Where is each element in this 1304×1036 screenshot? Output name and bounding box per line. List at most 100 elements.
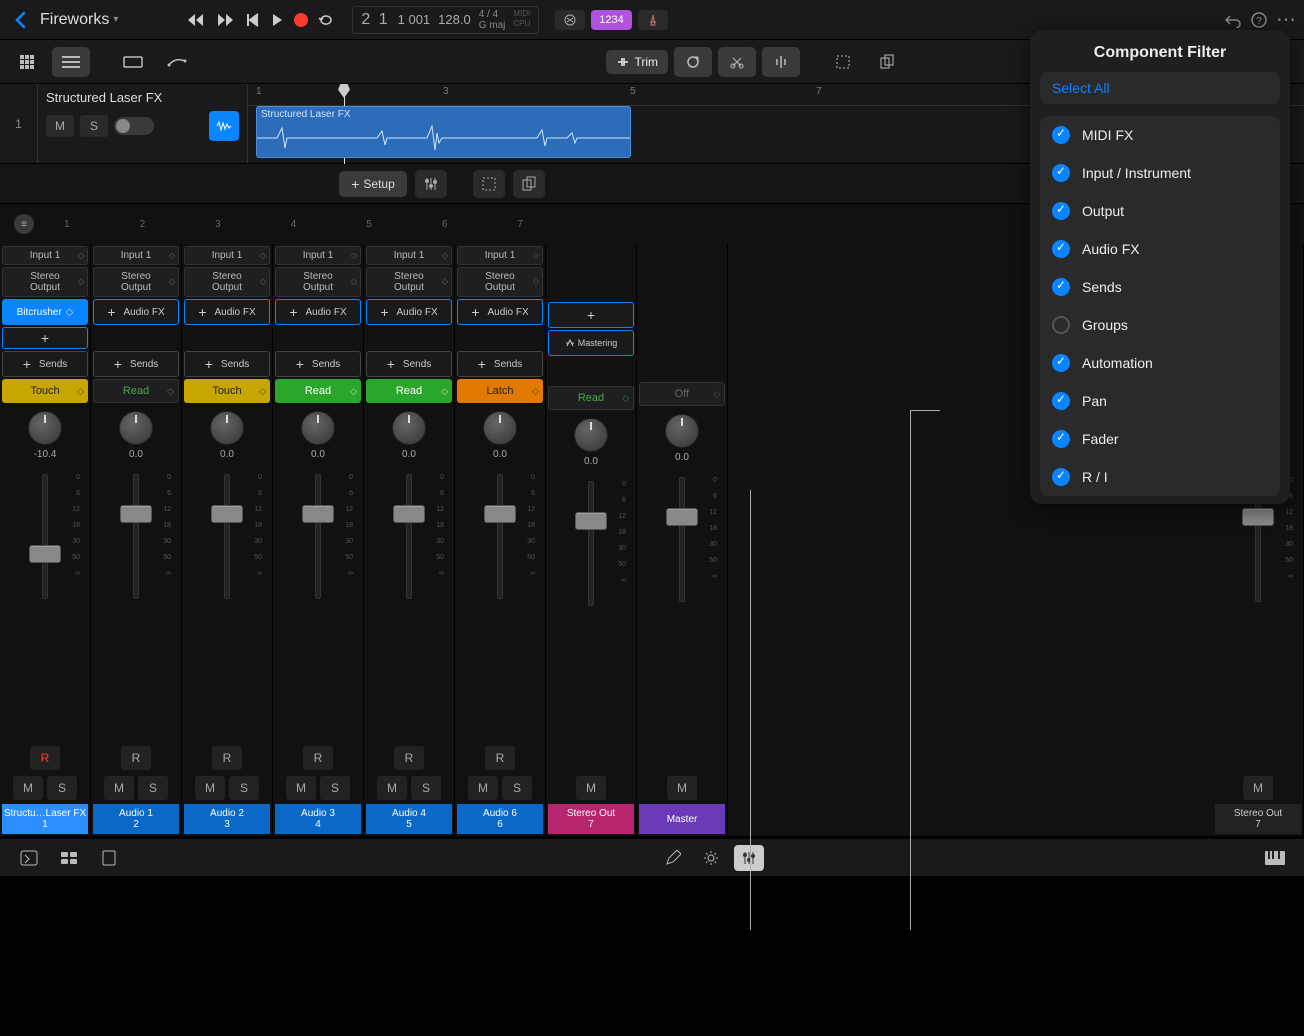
grid-view-button[interactable] <box>8 47 46 77</box>
mute-button[interactable]: M <box>286 776 316 800</box>
strip-label[interactable]: Audio 34 <box>275 804 361 834</box>
strip-label[interactable]: Stereo Out7 <box>1215 804 1301 834</box>
keyboard-button[interactable] <box>1260 845 1290 871</box>
automation-curve-button[interactable] <box>158 47 196 77</box>
fader-cap[interactable] <box>484 505 516 523</box>
output-slot[interactable]: StereoOutput◇ <box>366 267 452 297</box>
mute-button[interactable]: M <box>1243 776 1273 800</box>
filter-item[interactable]: Audio FX <box>1040 230 1280 268</box>
audiofx-add-slot[interactable]: + <box>2 327 88 349</box>
project-name[interactable]: Fireworks ▾ <box>36 11 122 29</box>
fader-cap[interactable] <box>666 508 698 526</box>
sends-slot[interactable]: +Sends <box>2 351 88 377</box>
filter-item[interactable]: Groups <box>1040 306 1280 344</box>
pan-knob[interactable] <box>392 411 426 445</box>
strip-label[interactable]: Audio 23 <box>184 804 270 834</box>
copy-tool-button[interactable] <box>868 47 906 77</box>
filter-item[interactable]: Output <box>1040 192 1280 230</box>
solo-button[interactable]: S <box>47 776 77 800</box>
track-header[interactable]: Structured Laser FX M S <box>38 84 248 163</box>
sends-slot[interactable]: +Sends <box>275 351 361 377</box>
lcd-display[interactable]: 2 1 1 001 128.0 4 / 4 G maj MIDI CPU <box>352 6 539 34</box>
solo-button[interactable]: S <box>229 776 259 800</box>
fader-cap[interactable] <box>211 505 243 523</box>
settings-gear-button[interactable] <box>696 845 726 871</box>
filter-icon[interactable]: ≡ <box>14 214 34 234</box>
sends-slot[interactable]: +Sends <box>457 351 543 377</box>
rewind-button[interactable] <box>186 13 206 27</box>
undo-icon[interactable] <box>1224 12 1242 28</box>
trim-tool-button[interactable]: Trim <box>606 50 668 74</box>
track-solo-button[interactable]: S <box>80 115 108 137</box>
mixer-sliders-button[interactable] <box>415 170 447 198</box>
sends-slot[interactable]: +Sends <box>366 351 452 377</box>
select-all-button[interactable]: Select All <box>1040 72 1280 104</box>
record-button[interactable] <box>294 13 308 27</box>
mixer-copy-button[interactable] <box>513 170 545 198</box>
input-slot[interactable]: Input 1◇ <box>366 246 452 265</box>
go-to-start-button[interactable] <box>246 13 260 27</box>
record-enable-button[interactable]: R <box>121 746 151 770</box>
strip-label[interactable]: Audio 66 <box>457 804 543 834</box>
audiofx-slot[interactable]: +Audio FX <box>93 299 179 325</box>
audiofx-slot[interactable]: +Audio FX <box>366 299 452 325</box>
audio-region[interactable]: Structured Laser FX <box>256 106 631 158</box>
record-enable-button[interactable]: R <box>303 746 333 770</box>
strip-label[interactable]: Audio 12 <box>93 804 179 834</box>
filter-item[interactable]: Fader <box>1040 420 1280 458</box>
list-view-button[interactable] <box>52 47 90 77</box>
output-slot[interactable]: StereoOutput◇ <box>2 267 88 297</box>
solo-button[interactable]: S <box>138 776 168 800</box>
input-slot[interactable]: Input 1◇ <box>2 246 88 265</box>
fader-cap[interactable] <box>393 505 425 523</box>
mute-button[interactable]: M <box>104 776 134 800</box>
fader-cap[interactable] <box>575 512 607 530</box>
notepad-button[interactable] <box>94 845 124 871</box>
mute-button[interactable]: M <box>667 776 697 800</box>
fader-track[interactable] <box>315 474 321 599</box>
fader-track[interactable] <box>679 477 685 602</box>
pan-knob[interactable] <box>28 411 62 445</box>
filter-item[interactable]: MIDI FX <box>1040 116 1280 154</box>
count-in-button[interactable]: 1234 <box>591 10 631 30</box>
input-slot[interactable]: Input 1◇ <box>275 246 361 265</box>
filter-item[interactable]: Automation <box>1040 344 1280 382</box>
output-slot[interactable]: StereoOutput◇ <box>457 267 543 297</box>
output-slot[interactable]: StereoOutput◇ <box>275 267 361 297</box>
library-button[interactable] <box>14 845 44 871</box>
loop-tool-button[interactable] <box>674 47 712 77</box>
help-icon[interactable]: ? <box>1250 11 1268 29</box>
fader-track[interactable] <box>406 474 412 599</box>
track-type-icon[interactable] <box>209 111 239 141</box>
metronome-button[interactable] <box>638 10 668 30</box>
filter-item[interactable]: R / I <box>1040 458 1280 496</box>
automation-mode-button[interactable]: Off◇ <box>639 382 725 406</box>
setup-button[interactable]: + Setup <box>339 171 407 197</box>
output-slot[interactable]: StereoOutput◇ <box>184 267 270 297</box>
pan-knob[interactable] <box>665 414 699 448</box>
record-enable-button[interactable]: R <box>394 746 424 770</box>
strip-label[interactable]: Audio 45 <box>366 804 452 834</box>
mute-button[interactable]: M <box>13 776 43 800</box>
fader-cap[interactable] <box>120 505 152 523</box>
input-slot[interactable]: Input 1◇ <box>93 246 179 265</box>
marquee-tool-button[interactable] <box>824 47 862 77</box>
mute-button[interactable]: M <box>468 776 498 800</box>
solo-button[interactable]: S <box>411 776 441 800</box>
automation-mode-button[interactable]: Read◇ <box>366 379 452 403</box>
pan-knob[interactable] <box>119 411 153 445</box>
fader-cap[interactable] <box>29 545 61 563</box>
browser-button[interactable] <box>54 845 84 871</box>
audiofx-slot[interactable]: +Audio FX <box>275 299 361 325</box>
mixer-view-button[interactable] <box>734 845 764 871</box>
record-enable-button[interactable]: R <box>212 746 242 770</box>
fader-track[interactable] <box>42 474 48 599</box>
strip-label[interactable]: Stereo Out7 <box>548 804 634 834</box>
filter-item[interactable]: Input / Instrument <box>1040 154 1280 192</box>
mute-button[interactable]: M <box>576 776 606 800</box>
fader-cap[interactable] <box>1242 508 1274 526</box>
sends-slot[interactable]: +Sends <box>93 351 179 377</box>
split-tool-button[interactable] <box>762 47 800 77</box>
automation-mode-button[interactable]: Read◇ <box>275 379 361 403</box>
scissors-tool-button[interactable] <box>718 47 756 77</box>
